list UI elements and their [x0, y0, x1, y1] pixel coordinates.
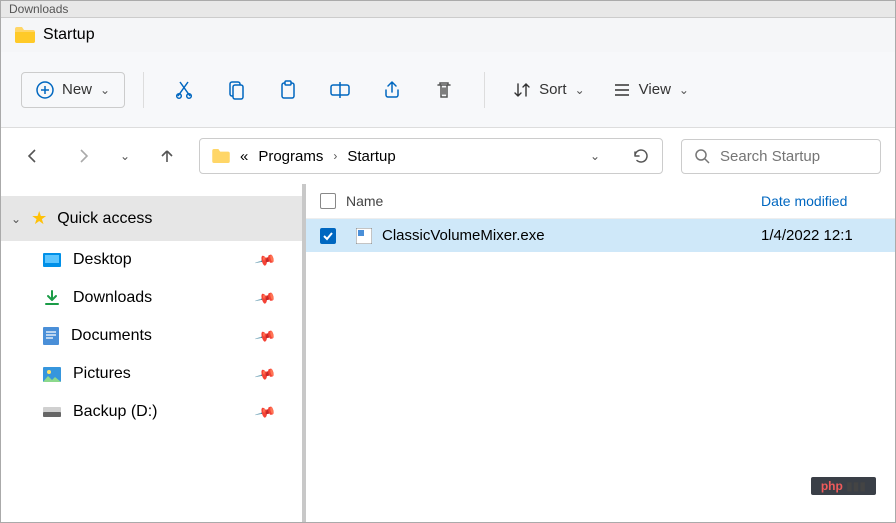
window-titlebar: Startup: [1, 18, 895, 52]
breadcrumb[interactable]: « Programs › Startup ⌄: [199, 138, 663, 174]
share-button[interactable]: [370, 68, 414, 112]
sort-button[interactable]: Sort ⌄: [503, 75, 595, 105]
sidebar-item-label: Downloads: [73, 289, 152, 307]
pin-icon: 📌: [253, 400, 277, 423]
folder-icon: [212, 149, 230, 163]
copy-button[interactable]: [214, 68, 258, 112]
forward-button[interactable]: [65, 138, 101, 174]
view-button[interactable]: View ⌄: [603, 75, 699, 105]
breadcrumb-dropdown[interactable]: ⌄: [590, 149, 600, 163]
sidebar-item-label: Pictures: [73, 365, 131, 383]
downloads-icon: [43, 289, 61, 307]
sidebar-item-label: Desktop: [73, 251, 132, 269]
file-date: 1/4/2022 12:1: [761, 227, 881, 244]
sidebar-item-backup[interactable]: Backup (D:) 📌: [1, 393, 302, 431]
plus-icon: [36, 81, 54, 99]
search-box[interactable]: [681, 139, 881, 174]
sort-indicator: ⌃: [601, 184, 609, 189]
quick-access-label: Quick access: [57, 210, 152, 228]
breadcrumb-parent[interactable]: Programs: [258, 148, 323, 165]
select-all-checkbox[interactable]: [320, 193, 336, 209]
star-icon: ★: [31, 208, 47, 229]
pictures-icon: [43, 367, 61, 382]
window-title-text: Startup: [43, 26, 95, 44]
pin-icon: 📌: [253, 248, 277, 271]
sort-icon: [513, 81, 531, 99]
sidebar-item-pictures[interactable]: Pictures 📌: [1, 355, 302, 393]
sidebar-item-label: Documents: [71, 327, 152, 345]
overflow-chevron[interactable]: «: [240, 148, 248, 165]
folder-icon: [15, 27, 35, 43]
sidebar-item-desktop[interactable]: Desktop 📌: [1, 241, 302, 279]
pin-icon: 📌: [253, 324, 277, 347]
search-icon: [694, 148, 710, 164]
sidebar-item-downloads[interactable]: Downloads 📌: [1, 279, 302, 317]
file-checkbox[interactable]: [320, 228, 336, 244]
up-button[interactable]: [149, 138, 185, 174]
sidebar-quick-access[interactable]: ⌄ ★ Quick access: [1, 196, 302, 241]
new-button-label: New: [62, 81, 92, 98]
recent-dropdown[interactable]: ⌄: [115, 138, 135, 174]
view-button-label: View: [639, 81, 671, 98]
column-name-header[interactable]: Name: [346, 193, 761, 209]
divider: [143, 72, 144, 108]
refresh-button[interactable]: [632, 147, 650, 165]
chevron-down-icon: ⌄: [100, 83, 110, 97]
file-explorer-window: Downloads Startup New ⌄: [0, 0, 896, 523]
file-row[interactable]: ClassicVolumeMixer.exe 1/4/2022 12:1: [306, 219, 895, 252]
sidebar-item-label: Backup (D:): [73, 403, 157, 421]
delete-button[interactable]: [422, 68, 466, 112]
chevron-down-icon: ⌄: [679, 83, 689, 97]
nav-row: ⌄ « Programs › Startup ⌄: [1, 128, 895, 184]
back-button[interactable]: [15, 138, 51, 174]
new-button[interactable]: New ⌄: [21, 72, 125, 108]
paste-button[interactable]: [266, 68, 310, 112]
desktop-icon: [43, 253, 61, 267]
documents-icon: [43, 327, 59, 345]
divider: [484, 72, 485, 108]
toolbar: New ⌄ Sort ⌄ View ⌄: [1, 52, 895, 128]
chevron-down-icon: ⌄: [11, 212, 21, 226]
chevron-down-icon: ⌄: [575, 83, 585, 97]
watermark: php ▮▮▮: [811, 477, 876, 495]
drive-icon: [43, 407, 61, 417]
column-headers: ⌃ Name Date modified: [306, 184, 895, 219]
pin-icon: 📌: [253, 286, 277, 309]
pin-icon: 📌: [253, 362, 277, 385]
file-name: ClassicVolumeMixer.exe: [382, 227, 751, 244]
rename-button[interactable]: [318, 68, 362, 112]
chevron-right-icon: ›: [333, 149, 337, 163]
column-date-header[interactable]: Date modified: [761, 193, 881, 209]
view-icon: [613, 81, 631, 99]
sort-button-label: Sort: [539, 81, 567, 98]
background-window-title: Downloads: [1, 1, 895, 18]
sidebar: ⌄ ★ Quick access Desktop 📌 Downloads 📌: [1, 184, 306, 522]
cut-button[interactable]: [162, 68, 206, 112]
sidebar-item-documents[interactable]: Documents 📌: [1, 317, 302, 355]
breadcrumb-current[interactable]: Startup: [347, 148, 395, 165]
body: ⌄ ★ Quick access Desktop 📌 Downloads 📌: [1, 184, 895, 522]
file-list-pane: ⌃ Name Date modified ClassicVolumeMixer.…: [306, 184, 895, 522]
search-input[interactable]: [720, 148, 868, 165]
exe-icon: [356, 228, 372, 244]
